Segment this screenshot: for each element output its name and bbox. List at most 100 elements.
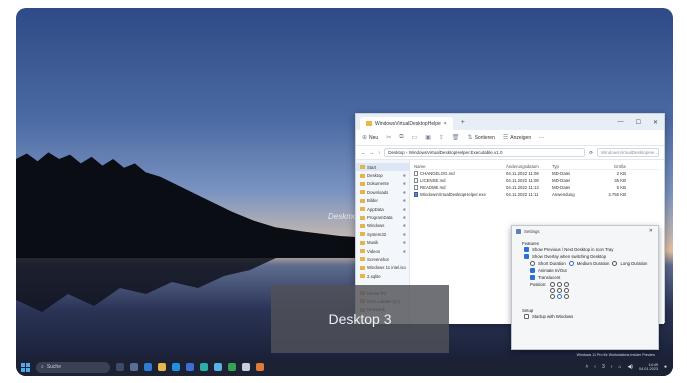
application-icon: [414, 192, 418, 197]
current-desktop-indicator[interactable]: 3: [602, 364, 605, 370]
radio-medium-duration[interactable]: [568, 261, 574, 266]
option-translucent[interactable]: Translucent: [512, 274, 658, 281]
folder-icon: [360, 165, 365, 170]
option-show-prev-next[interactable]: Show Previous / Next Desktop in Icon Tra…: [512, 246, 658, 253]
store-icon[interactable]: [186, 363, 194, 371]
widgets-icon[interactable]: [130, 363, 138, 371]
settings-gear-icon[interactable]: [242, 363, 250, 371]
address-bar[interactable]: Desktop › WindowsVirtualDesktopHelper.Ex…: [384, 148, 586, 157]
new-button[interactable]: ⊕ Neu: [362, 134, 378, 142]
edge-browser-icon[interactable]: [172, 363, 180, 371]
minimize-button[interactable]: —: [618, 119, 624, 126]
next-desktop-icon[interactable]: ›: [611, 364, 613, 370]
start-button[interactable]: [21, 362, 30, 372]
window-close-button[interactable]: ✕: [653, 119, 658, 126]
sidebar-item[interactable]: Desktop ✱: [356, 171, 409, 179]
new-tab-button[interactable]: +: [461, 119, 465, 126]
sidebar-item[interactable]: Musik ✱: [356, 239, 409, 247]
wallpaper-reflection: [16, 258, 276, 312]
previous-desktop-icon[interactable]: ‹: [594, 364, 596, 370]
sort-button[interactable]: ⇅ Sortieren: [468, 134, 495, 142]
explorer-tab[interactable]: WindowsVirtualDesktopHelpe ×: [360, 117, 453, 130]
position-radio-middle-center[interactable]: [557, 288, 563, 293]
sidebar-item[interactable]: Videos ✱: [356, 247, 409, 255]
share-icon[interactable]: ⇪: [439, 134, 444, 141]
maximize-button[interactable]: ☐: [636, 119, 641, 126]
up-icon[interactable]: ↑: [378, 150, 380, 155]
cut-icon[interactable]: ✂: [386, 134, 391, 141]
sidebar-item[interactable]: Start: [356, 163, 409, 172]
sidebar-item[interactable]: Dokumente ✱: [356, 180, 409, 188]
checkbox-checked[interactable]: [530, 268, 535, 273]
option-animate[interactable]: Animate In/Out: [512, 267, 658, 274]
file-row[interactable]: WindowsVirtualDesktopHelper.exe 04.11.202…: [414, 191, 660, 198]
volume-icon[interactable]: ◀): [627, 364, 633, 370]
app-icon[interactable]: [214, 363, 222, 371]
position-radio-middle-right[interactable]: [564, 288, 570, 293]
radio-label: Medium Duration: [576, 261, 610, 266]
sidebar-item[interactable]: ProgramData ✱: [356, 213, 409, 221]
settings-close-button[interactable]: ✕: [649, 228, 658, 234]
folder-icon: [360, 257, 365, 262]
forward-icon[interactable]: →: [370, 150, 375, 155]
chevron-up-icon[interactable]: ˄: [585, 364, 588, 370]
network-icon[interactable]: ⌂: [618, 364, 621, 370]
copy-icon[interactable]: ⧉: [399, 134, 403, 141]
app-icon[interactable]: [256, 363, 264, 371]
explorer-titlebar[interactable]: WindowsVirtualDesktopHelpe × + — ☐ ✕: [356, 114, 664, 130]
position-radio-bottom-right[interactable]: [564, 294, 570, 299]
radio-long-duration[interactable]: [612, 261, 618, 266]
pin-icon: ✱: [402, 189, 406, 195]
checkbox-checked[interactable]: [530, 275, 535, 280]
clock[interactable]: 14:49 04.01.2023: [639, 363, 658, 372]
column-date[interactable]: Änderungsdatum: [506, 164, 552, 169]
position-radio-middle-left[interactable]: [550, 288, 556, 293]
column-size[interactable]: Größe: [596, 164, 626, 169]
position-radio-top-center[interactable]: [557, 282, 563, 287]
folder-icon: [360, 215, 365, 220]
refresh-icon[interactable]: ⟳: [589, 150, 593, 156]
file-name-cell: LICENSE.md: [414, 178, 506, 183]
file-row[interactable]: LICENSE.md 04.11.2022 11:08 MD-Datei 35 KB: [414, 177, 660, 184]
file-explorer-icon[interactable]: [158, 363, 166, 371]
taskbar-search-input[interactable]: ⌕ Suche: [36, 361, 110, 373]
settings-dialog[interactable]: Settings ✕ Features Show Previous / Next…: [511, 225, 659, 350]
position-radio-top-right[interactable]: [564, 282, 570, 287]
option-show-overlay[interactable]: Show Overlay when switching Desktop: [512, 253, 658, 260]
position-radio-bottom-center[interactable]: [557, 294, 563, 299]
delete-icon[interactable]: 🗑: [452, 134, 460, 141]
app-icon[interactable]: [200, 363, 208, 371]
sidebar-item[interactable]: Windows 11 intel.iso: [356, 264, 409, 272]
paste-icon[interactable]: ▭: [412, 134, 418, 141]
checkbox-checked[interactable]: [524, 247, 529, 252]
more-options-button[interactable]: ···: [539, 135, 544, 141]
explorer-tab-title: WindowsVirtualDesktopHelpe: [375, 120, 441, 127]
view-button[interactable]: ☰ Anzeigen: [503, 134, 531, 142]
checkbox-checked[interactable]: [524, 254, 529, 259]
notification-icon[interactable]: ●: [664, 364, 667, 370]
position-radio-bottom-left[interactable]: [550, 294, 556, 299]
task-view-icon[interactable]: [116, 363, 124, 371]
sidebar-item[interactable]: Downloads ✱: [356, 188, 409, 196]
sidebar-item[interactable]: Bilder ✱: [356, 197, 409, 205]
sidebar-item[interactable]: AppData ✱: [356, 205, 409, 213]
checkbox-unchecked[interactable]: [524, 314, 529, 319]
back-icon[interactable]: ←: [361, 150, 366, 155]
sidebar-item[interactable]: System32 ✱: [356, 230, 409, 238]
option-startup[interactable]: Startup with Windows: [512, 313, 658, 320]
explorer-search-input[interactable]: WindowsVirtualDesktopHe...: [597, 148, 659, 157]
sidebar-item[interactable]: Windows ✱: [356, 222, 409, 230]
column-name[interactable]: Name: [414, 164, 506, 169]
sidebar-item[interactable]: Screenshot: [356, 255, 409, 263]
app-icon[interactable]: [228, 363, 236, 371]
sidebar-item[interactable]: 2.sqlite: [356, 272, 409, 280]
sidebar-item-label: Start: [367, 164, 377, 170]
radio-short-duration[interactable]: [530, 261, 535, 266]
column-type[interactable]: Typ: [552, 164, 596, 169]
file-row[interactable]: CHANGELOG.md 04.11.2022 11:08 MD-Datei 2 KB: [414, 170, 660, 177]
position-radio-top-left[interactable]: [550, 282, 556, 287]
rename-icon[interactable]: ▣: [425, 134, 431, 141]
chat-icon[interactable]: [144, 363, 152, 371]
close-icon[interactable]: ×: [444, 121, 447, 127]
file-row[interactable]: README.md 04.11.2022 11:13 MD-Datei 5 KB: [414, 184, 660, 191]
